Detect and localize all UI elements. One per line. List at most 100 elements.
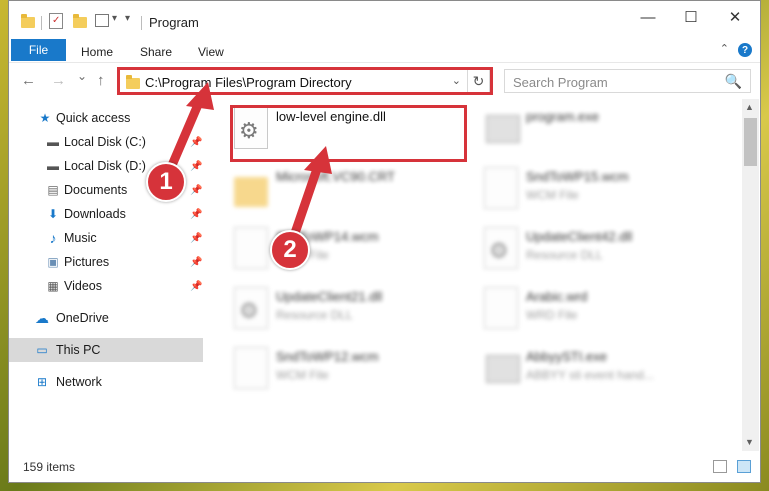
pin-icon[interactable]: 📌 — [190, 185, 202, 196]
exe-file-icon — [484, 347, 520, 389]
dll-file-icon — [234, 107, 268, 149]
navigation-bar: ← → ⌄ ↑ C:\Program Files\Program Directo… — [9, 64, 760, 98]
file-name: SndToWP12.wcm — [276, 349, 379, 364]
address-dropdown-icon[interactable]: ⌄ — [452, 74, 461, 87]
file-item-program-exe[interactable]: program.exe — [478, 101, 718, 157]
chevron-down-icon[interactable]: ▾ — [112, 13, 117, 29]
title-bar: ✓ ▾ ▾ Program — ☐ ✕ — [9, 1, 760, 37]
videos-icon: ▦ — [47, 279, 59, 293]
scroll-up-icon[interactable]: ▲ — [745, 102, 754, 112]
maximize-button[interactable]: ☐ — [668, 1, 714, 33]
up-button[interactable]: ↑ — [97, 72, 105, 89]
file-icon — [484, 167, 518, 209]
sidebar-item-label: Videos — [64, 279, 102, 293]
sidebar-item-music[interactable]: ♪ Music 📌 — [9, 226, 203, 250]
file-item-arabic-wrd[interactable]: Arabic.wrd WRD File — [478, 281, 718, 337]
this-pc-icon: ▭ — [36, 343, 48, 357]
collapse-ribbon-icon[interactable]: ⌃ — [720, 42, 729, 55]
address-bar[interactable]: C:\Program Files\Program Directory ⌄ — [119, 69, 468, 93]
dll-file-icon — [484, 227, 518, 269]
divider — [141, 16, 142, 30]
minimize-button[interactable]: — — [625, 1, 671, 33]
star-icon: ★ — [39, 111, 51, 125]
file-type: WRD File — [526, 308, 578, 322]
file-name: program.exe — [526, 109, 599, 124]
pin-icon[interactable]: 📌 — [190, 161, 202, 172]
tab-view[interactable]: View — [198, 45, 224, 59]
sidebar-item-label: OneDrive — [56, 311, 109, 325]
status-bar: 159 items — [9, 452, 760, 482]
file-name: Arabic.wrd — [526, 289, 588, 304]
search-box[interactable]: Search Program 🔍 — [504, 69, 751, 93]
pin-icon[interactable]: 📌 — [190, 137, 202, 148]
file-item-low-level-engine-dll[interactable]: low-level engine.dll — [228, 101, 468, 157]
file-item-folder[interactable]: Microsoft.VC90.CRT — [228, 161, 468, 217]
pin-icon[interactable]: 📌 — [190, 257, 202, 268]
sidebar-item-quick-access[interactable]: ★ Quick access — [9, 106, 203, 130]
divider — [41, 16, 42, 30]
back-button[interactable]: ← — [21, 72, 36, 89]
forward-button[interactable]: → — [51, 72, 66, 89]
sidebar-item-downloads[interactable]: ⬇ Downloads 📌 — [9, 202, 203, 226]
file-item-updateclient21[interactable]: UpdateClient21.dll Resource DLL — [228, 281, 468, 337]
file-name: Microsoft.VC90.CRT — [276, 169, 395, 184]
file-item-updateclient42[interactable]: UpdateClient42.dll Resource DLL — [478, 221, 718, 277]
folder-icon — [234, 167, 268, 209]
pictures-icon: ▣ — [47, 255, 59, 269]
large-icons-view-icon[interactable] — [737, 460, 751, 473]
pin-icon[interactable]: 📌 — [190, 233, 202, 244]
file-item-sndtowp15[interactable]: SndToWP15.wcm WCM File — [478, 161, 718, 217]
sidebar-item-local-disk-c[interactable]: ▬ Local Disk (C:) 📌 — [9, 130, 203, 154]
address-path[interactable]: C:\Program Files\Program Directory — [145, 75, 352, 90]
sidebar-item-this-pc[interactable]: ▭ This PC — [9, 338, 203, 362]
sidebar-item-network[interactable]: ⊞ Network — [9, 370, 203, 394]
downloads-icon: ⬇ — [47, 207, 59, 221]
sidebar-item-onedrive[interactable]: ☁ OneDrive — [9, 306, 203, 330]
exe-file-icon — [484, 107, 520, 149]
tab-file[interactable]: File — [11, 39, 66, 61]
callout-1: 1 — [146, 162, 186, 202]
file-name: UpdateClient21.dll — [276, 289, 383, 304]
sidebar-item-videos[interactable]: ▦ Videos 📌 — [9, 274, 203, 298]
ribbon-tabs: File Home Share View ⌃ ? — [9, 37, 760, 63]
tab-share[interactable]: Share — [140, 45, 172, 59]
item-count: 159 items — [23, 460, 76, 474]
pin-icon[interactable]: 📌 — [190, 209, 202, 220]
drive-icon: ▬ — [47, 135, 59, 149]
file-name: low-level engine.dll — [276, 109, 386, 124]
sidebar-item-pictures[interactable]: ▣ Pictures 📌 — [9, 250, 203, 274]
quick-access-toolbar-dropdown-icon[interactable]: ▾ — [125, 13, 130, 29]
details-view-icon[interactable] — [713, 460, 727, 473]
help-icon[interactable]: ? — [738, 43, 752, 57]
sidebar-item-label: Quick access — [56, 111, 131, 125]
file-item-abbyysti-exe[interactable]: AbbyySTI.exe ABBYY sti event hand... — [478, 341, 718, 397]
navigation-pane: ★ Quick access ▬ Local Disk (C:) 📌 ▬ Loc… — [9, 99, 205, 451]
file-type: WCM File — [526, 188, 579, 202]
sidebar-item-label: Local Disk (C:) — [64, 135, 146, 149]
search-icon[interactable]: 🔍 — [725, 73, 742, 90]
close-button[interactable]: ✕ — [712, 1, 758, 33]
tab-home[interactable]: Home — [81, 45, 113, 59]
scroll-down-icon[interactable]: ▼ — [745, 437, 754, 447]
new-folder-icon[interactable] — [73, 14, 87, 28]
file-type: Resource DLL — [276, 308, 353, 322]
folder-icon — [126, 75, 140, 89]
file-name: AbbyySTI.exe — [526, 349, 607, 364]
search-input[interactable]: Search Program — [513, 75, 608, 90]
scrollbar-thumb[interactable] — [744, 118, 757, 166]
file-icon — [234, 227, 268, 269]
file-item-sndtowp14[interactable]: SndToWP14.wcm WCM File — [228, 221, 468, 277]
pin-icon[interactable]: 📌 — [190, 281, 202, 292]
refresh-button[interactable]: ↻ — [468, 69, 490, 93]
file-name: SndToWP15.wcm — [526, 169, 629, 184]
customize-icon[interactable] — [95, 14, 109, 27]
onedrive-icon: ☁ — [35, 309, 49, 326]
properties-icon[interactable]: ✓ — [49, 13, 63, 29]
vertical-scrollbar[interactable]: ▲ ▼ — [742, 99, 759, 451]
dll-file-icon — [234, 287, 268, 329]
music-icon: ♪ — [49, 230, 57, 246]
file-icon — [234, 347, 268, 389]
file-list: low-level engine.dll program.exe Microso… — [226, 99, 742, 451]
file-item-sndtowp12[interactable]: SndToWP12.wcm WCM File — [228, 341, 468, 397]
recent-locations-button[interactable]: ⌄ — [77, 69, 87, 83]
